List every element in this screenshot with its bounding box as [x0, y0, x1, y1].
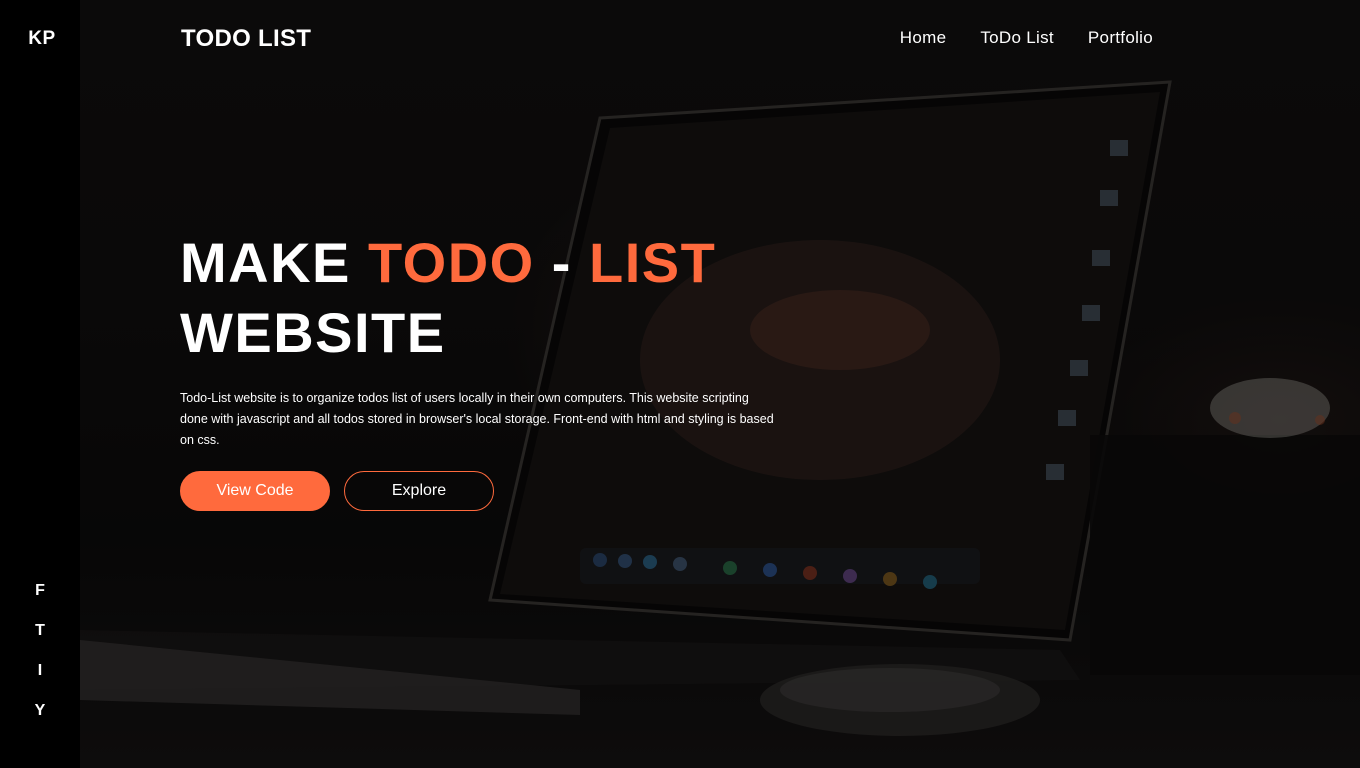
main-nav: Home ToDo List Portfolio [900, 28, 1153, 48]
hero-buttons: View Code Explore [180, 471, 900, 511]
youtube-link[interactable]: Y [0, 700, 80, 740]
explore-button[interactable]: Explore [344, 471, 494, 511]
site-brand[interactable]: TODO LIST [181, 25, 311, 53]
social-links: F T I Y [0, 580, 80, 740]
facebook-link[interactable]: F [0, 580, 80, 620]
view-code-button[interactable]: View Code [180, 471, 330, 511]
sidebar-logo[interactable]: KP [0, 28, 84, 50]
hero-title-accent-todo: TODO [367, 231, 535, 294]
nav-home[interactable]: Home [900, 28, 947, 48]
nav-todo-list[interactable]: ToDo List [980, 28, 1054, 48]
hero-title: MAKE TODO - LIST WEBSITE [180, 228, 900, 368]
hero-title-accent-list: LIST [588, 231, 717, 294]
hero-title-separator: - [534, 231, 589, 294]
hero-section: MAKE TODO - LIST WEBSITE Todo-List websi… [180, 228, 900, 511]
hero-title-part1: MAKE [180, 231, 368, 294]
twitter-link[interactable]: T [0, 620, 80, 660]
nav-portfolio[interactable]: Portfolio [1088, 28, 1153, 48]
left-sidebar: KP F T I Y [0, 0, 80, 768]
instagram-link[interactable]: I [0, 660, 80, 700]
hero-description: Todo-List website is to organize todos l… [180, 391, 774, 447]
hero-title-line2: WEBSITE [180, 301, 446, 364]
